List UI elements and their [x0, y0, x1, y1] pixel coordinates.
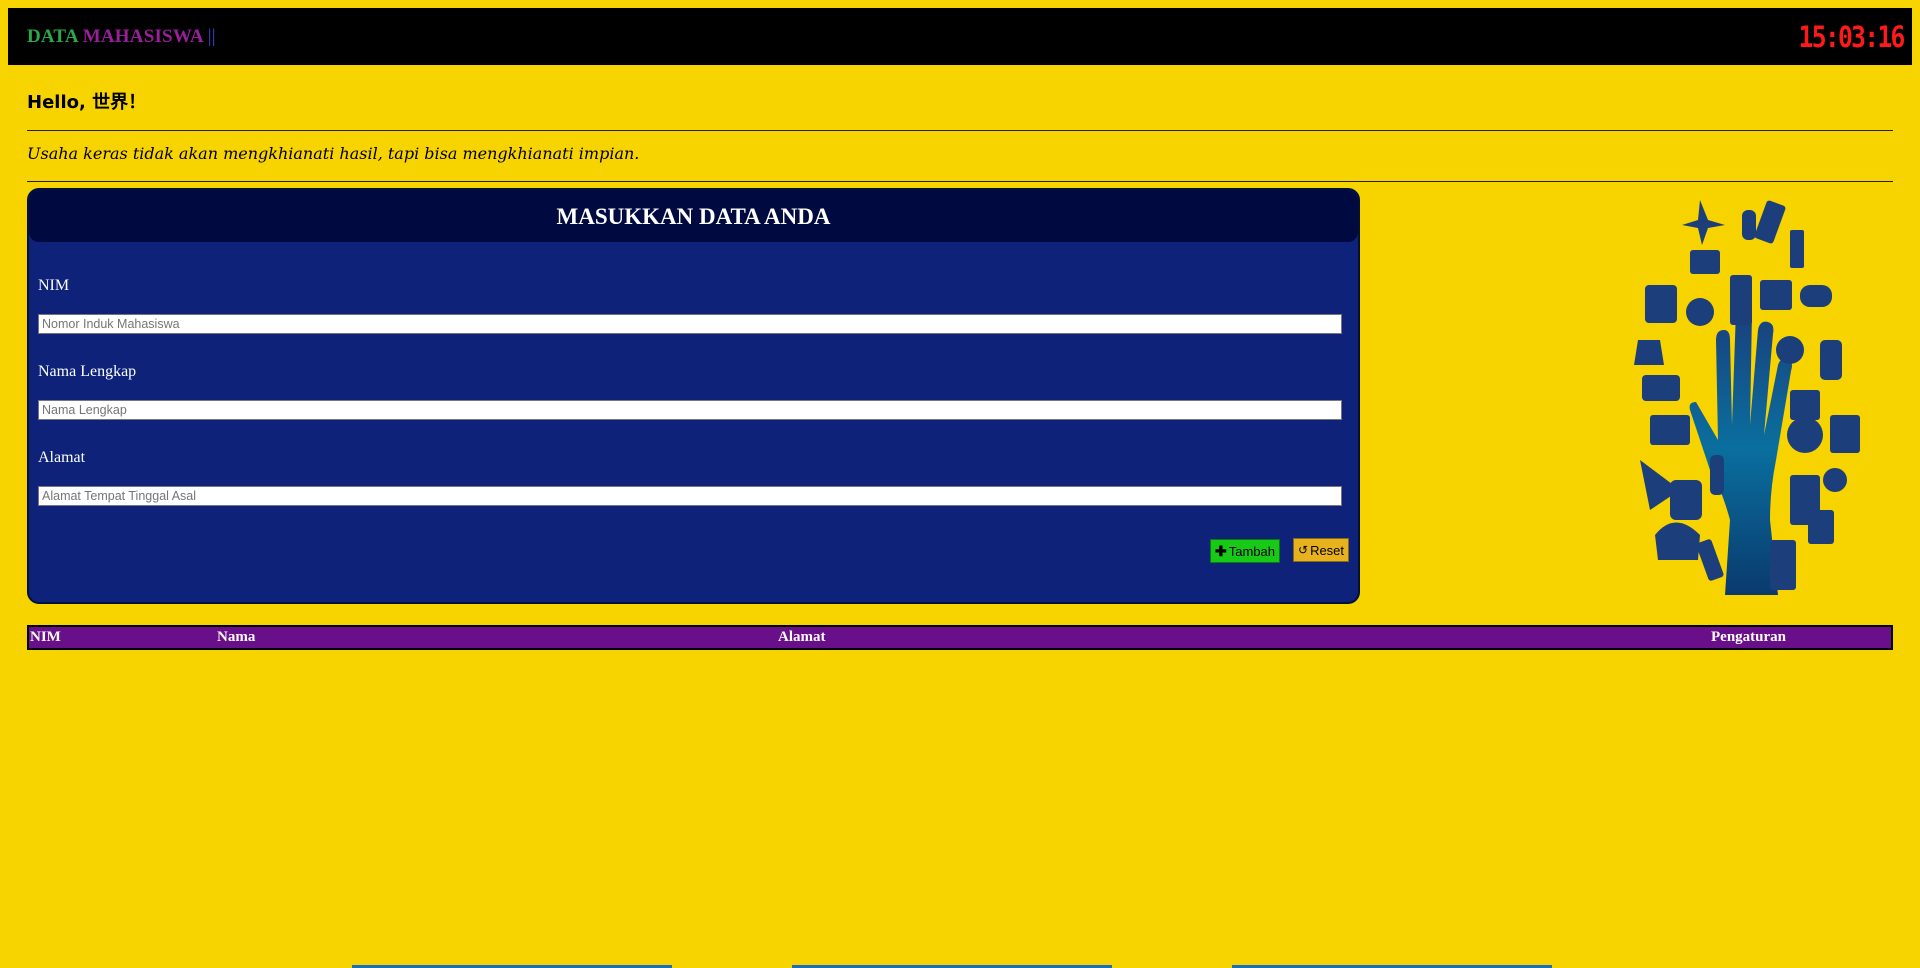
brand-separator: ||	[207, 26, 216, 47]
reset-button-label: Reset	[1310, 542, 1345, 558]
student-data-table: NIM Nama Alamat Pengaturan	[27, 625, 1893, 650]
refresh-icon: ↺	[1298, 543, 1309, 557]
column-header-nim: NIM	[30, 629, 61, 645]
alamat-label: Alamat	[38, 449, 86, 466]
data-entry-form: MASUKKAN DATA ANDA NIM Nama Lengkap Alam…	[27, 188, 1360, 604]
column-header-pengaturan: Pengaturan	[1711, 629, 1786, 645]
column-header-alamat: Alamat	[778, 629, 826, 645]
reset-button[interactable]: ↺ Reset	[1293, 538, 1350, 562]
form-title: MASUKKAN DATA ANDA	[29, 190, 1358, 242]
brand-part-data: DATA	[27, 26, 78, 47]
nim-label: NIM	[38, 277, 70, 294]
tambah-button[interactable]: ✚ Tambah	[1210, 539, 1280, 563]
tambah-button-label: Tambah	[1228, 543, 1275, 559]
motto-quote: Usaha keras tidak akan mengkhianati hasi…	[27, 144, 640, 163]
technology-hand-illustration	[1634, 200, 1860, 595]
top-navbar: DATA MAHASISWA || 15:03:16	[8, 8, 1912, 65]
nim-input[interactable]	[38, 314, 1342, 334]
column-header-nama: Nama	[217, 629, 256, 645]
table-header-row: NIM Nama Alamat Pengaturan	[28, 626, 1892, 649]
greeting-heading: Hello, 世界！	[27, 92, 147, 113]
nama-lengkap-label: Nama Lengkap	[38, 363, 137, 380]
divider-bottom	[27, 181, 1893, 182]
divider-top	[27, 130, 1893, 131]
brand-title[interactable]: DATA MAHASISWA ||	[27, 26, 216, 48]
digital-clock: 15:03:16	[1798, 20, 1906, 54]
alamat-input[interactable]	[38, 486, 1342, 506]
brand-part-mahasiswa: MAHASISWA	[82, 26, 203, 47]
plus-icon: ✚	[1215, 543, 1227, 559]
nama-lengkap-input[interactable]	[38, 400, 1342, 420]
